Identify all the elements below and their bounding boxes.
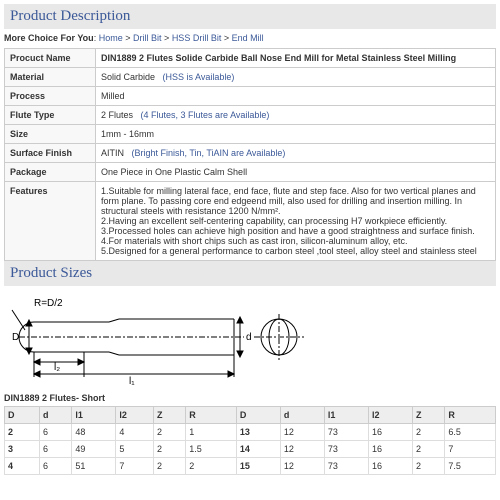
table-cell: 16 (368, 458, 412, 475)
table-cell: 2 (153, 458, 185, 475)
section-sizes: Product Sizes (4, 261, 496, 286)
section-description: Product Description (4, 4, 496, 29)
table-cell: 6 (39, 424, 71, 441)
col-header: d (39, 407, 71, 424)
link-home[interactable]: Home (99, 33, 123, 43)
technical-drawing: R=D/2 D d l₂ l₁ (4, 292, 496, 387)
col-header: Z (413, 407, 445, 424)
col-header: D (236, 407, 280, 424)
table-cell: 12 (280, 424, 324, 441)
sizes-caption: DIN1889 2 Flutes- Short (4, 393, 496, 403)
table-cell: 3 (5, 441, 40, 458)
link-end[interactable]: End Mill (232, 33, 264, 43)
table-cell: 16 (368, 424, 412, 441)
col-header: R (186, 407, 237, 424)
table-cell: 2 (413, 441, 445, 458)
table-cell: 12 (280, 458, 324, 475)
svg-text:l₂: l₂ (54, 362, 60, 373)
table-cell: 2 (186, 458, 237, 475)
table-cell: 15 (236, 458, 280, 475)
link-drill[interactable]: Drill Bit (133, 33, 162, 43)
table-cell: 2 (153, 424, 185, 441)
col-header: l1 (72, 407, 116, 424)
link-hss[interactable]: HSS Drill Bit (172, 33, 222, 43)
table-cell: 73 (324, 441, 368, 458)
table-cell: 13 (236, 424, 280, 441)
table-cell: 6 (39, 441, 71, 458)
table-cell: 73 (324, 424, 368, 441)
breadcrumb: More Choice For You: Home > Drill Bit > … (4, 33, 496, 43)
sizes-table: Ddl1l2ZRDdl1l2ZR 26484211312731626.53649… (4, 406, 496, 475)
table-cell: 73 (324, 458, 368, 475)
col-header: d (280, 407, 324, 424)
table-cell: 48 (72, 424, 116, 441)
table-cell: 2 (5, 424, 40, 441)
svg-text:R=D/2: R=D/2 (34, 298, 63, 309)
table-cell: 5 (116, 441, 154, 458)
more-label: More Choice For You (4, 33, 94, 43)
svg-text:l₁: l₁ (129, 376, 135, 387)
table-cell: 16 (368, 441, 412, 458)
col-header: Z (153, 407, 185, 424)
table-cell: 7.5 (445, 458, 496, 475)
svg-text:D: D (12, 332, 19, 343)
svg-text:d: d (246, 332, 252, 343)
table-cell: 6.5 (445, 424, 496, 441)
col-header: l2 (368, 407, 412, 424)
table-cell: 14 (236, 441, 280, 458)
table-cell: 2 (413, 424, 445, 441)
spec-table: Procuct NameDIN1889 2 Flutes Solide Carb… (4, 48, 496, 261)
col-header: l1 (324, 407, 368, 424)
table-cell: 7 (445, 441, 496, 458)
table-cell: 2 (413, 458, 445, 475)
table-cell: 51 (72, 458, 116, 475)
table-cell: 4 (5, 458, 40, 475)
table-cell: 1.5 (186, 441, 237, 458)
table-cell: 49 (72, 441, 116, 458)
table-cell: 12 (280, 441, 324, 458)
col-header: D (5, 407, 40, 424)
table-cell: 6 (39, 458, 71, 475)
col-header: R (445, 407, 496, 424)
table-cell: 7 (116, 458, 154, 475)
table-cell: 2 (153, 441, 185, 458)
table-cell: 4 (116, 424, 154, 441)
table-cell: 1 (186, 424, 237, 441)
col-header: l2 (116, 407, 154, 424)
